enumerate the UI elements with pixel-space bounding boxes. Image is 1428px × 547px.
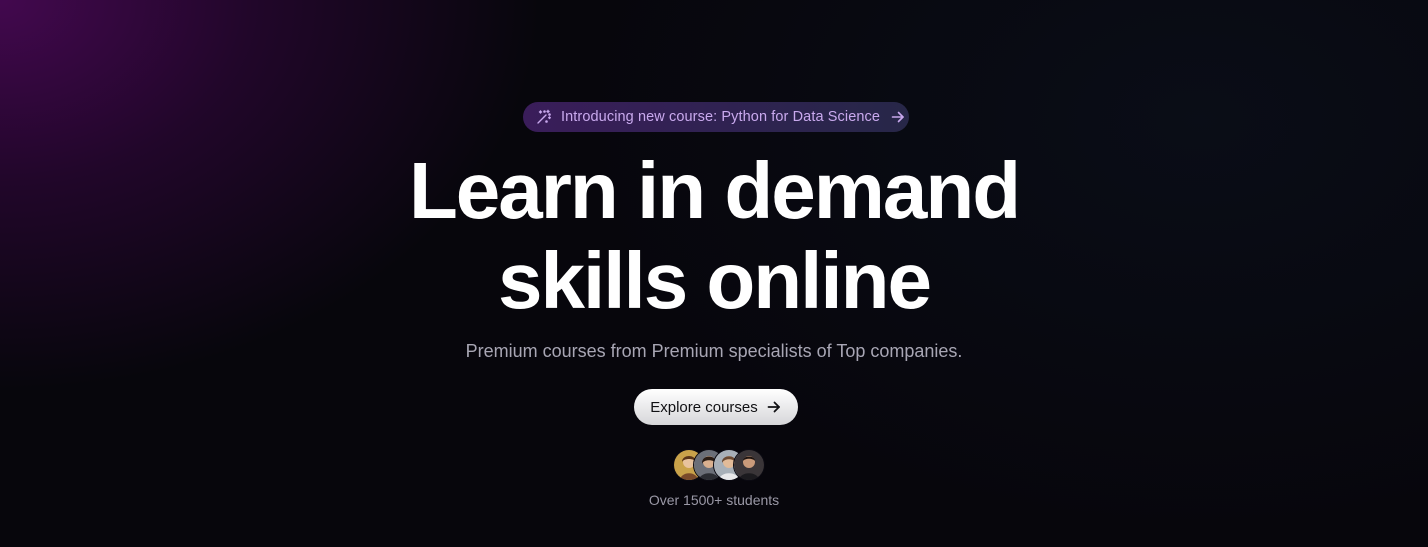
sparkles-icon [535,108,553,126]
arrow-right-icon [766,399,782,415]
avatar [733,449,765,481]
student-avatars [673,449,765,481]
hero-subtitle: Premium courses from Premium specialists… [465,341,963,361]
students-count-text: Over 1500+ students [648,492,780,508]
explore-courses-button[interactable]: Explore courses [634,389,798,425]
announcement-text: Introducing new course: Python for Data … [561,109,881,125]
hero-section: Introducing new course: Python for Data … [0,0,1428,547]
hero-headline: Learn in demand skills online [0,146,1428,326]
explore-courses-label: Explore courses [650,398,758,416]
headline-line-2: skills online [498,236,932,325]
announcement-badge[interactable]: Introducing new course: Python for Data … [523,102,909,132]
headline-line-1: Learn in demand [408,146,1021,235]
arrow-right-icon [890,109,906,125]
